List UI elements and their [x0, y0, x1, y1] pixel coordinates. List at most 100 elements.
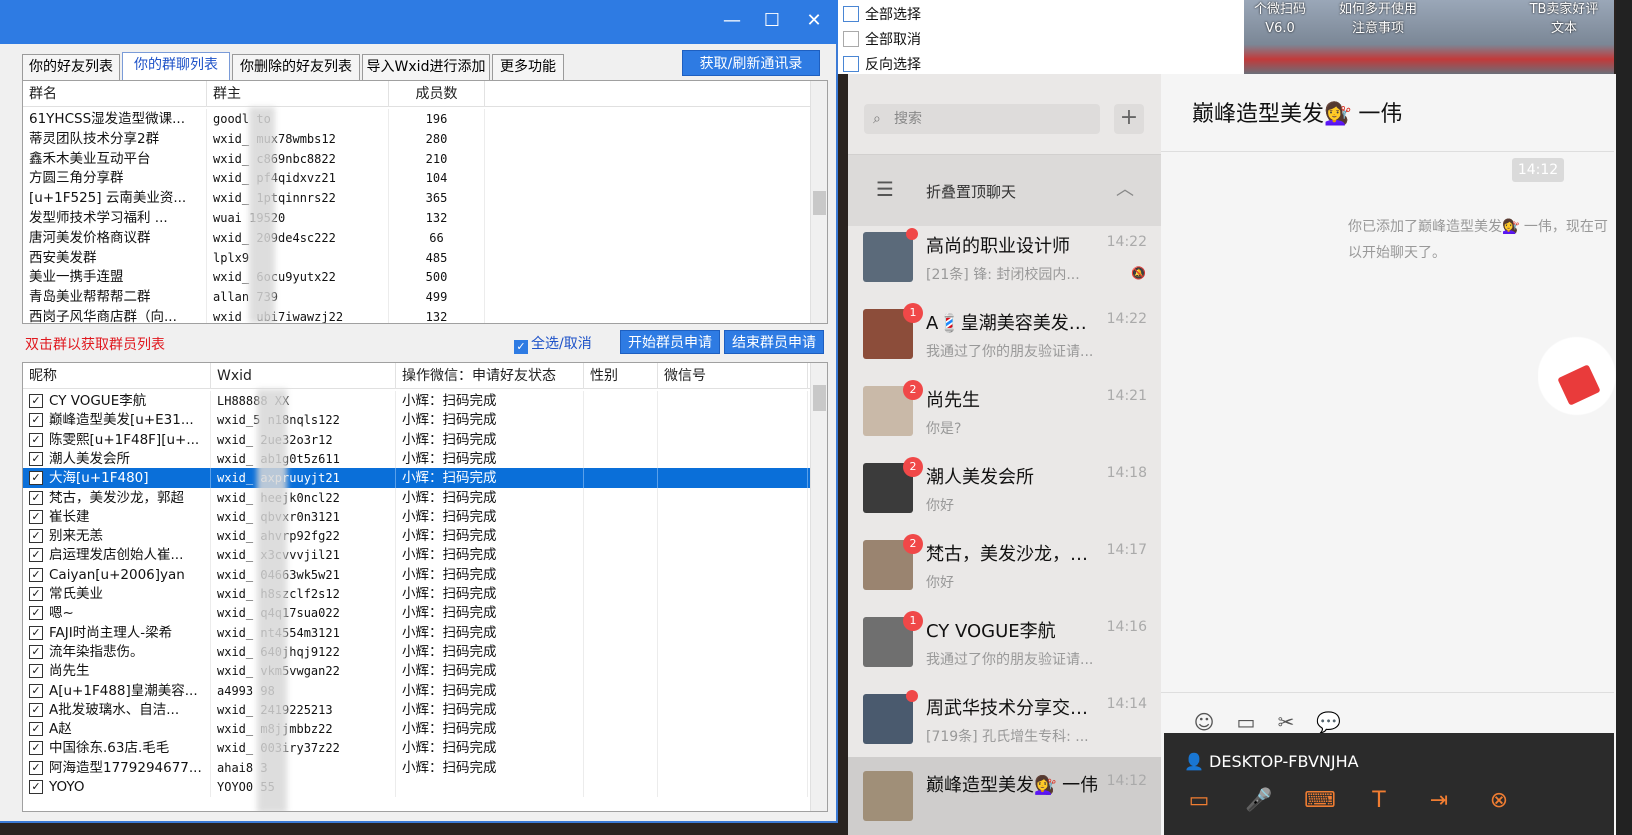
- member-row[interactable]: ✓ 阿海造型1779294677... ahai8 3 小辉：扫码完成: [23, 757, 811, 778]
- tab-import-wxid[interactable]: 导入Wxid进行添加: [362, 54, 490, 80]
- scroll-thumb[interactable]: [813, 385, 826, 411]
- folded-pinned-chats[interactable]: ☰ 折叠置顶聊天 ︿: [848, 154, 1161, 226]
- menu-deselect-all[interactable]: 全部取消: [843, 29, 921, 49]
- row-checkbox[interactable]: ✓: [29, 432, 43, 447]
- refresh-contacts-button[interactable]: 获取/刷新通讯录: [682, 50, 820, 76]
- scissors-icon[interactable]: ✂: [1274, 710, 1298, 734]
- minimize-button[interactable]: —: [712, 6, 752, 36]
- member-row[interactable]: ✓ 启运理发店创始人崔... wxid_ x3cvvvjil21 小辉：扫码完成: [23, 545, 811, 566]
- group-grid-scrollbar[interactable]: [810, 81, 827, 323]
- group-row[interactable]: 西岗子风华商店群（向... wxid_ ubi7iwawzj22 132: [23, 307, 811, 323]
- member-row[interactable]: ✓ YOYO YOYO0 55: [23, 777, 811, 797]
- emoji-icon[interactable]: ☺: [1192, 710, 1216, 734]
- row-checkbox[interactable]: ✓: [29, 625, 43, 640]
- col-group-owner[interactable]: 群主: [207, 81, 389, 107]
- folder-icon[interactable]: ▭: [1234, 710, 1258, 734]
- col-group-name[interactable]: 群名: [23, 81, 207, 107]
- conversation-item[interactable]: 巅峰造型美发💇‍♀️ 一伟 14:12: [848, 757, 1161, 835]
- conversation-item[interactable]: 2 潮人美发会所 14:18 你好: [848, 449, 1161, 529]
- group-row[interactable]: 发型师技术学习福利 ...wuai 19520132: [23, 208, 811, 228]
- row-checkbox[interactable]: ✓: [29, 683, 43, 698]
- col-member-count[interactable]: 成员数: [389, 81, 485, 107]
- conversation-item[interactable]: 2 梵古，美发沙龙，郭... 14:17 你好: [848, 526, 1161, 606]
- member-row[interactable]: ✓ 嗯~ wxid_ q4q17sua022 小辉：扫码完成: [23, 603, 811, 624]
- desktop-icon-review[interactable]: TB卖家好评 文本: [1516, 0, 1612, 38]
- maximize-button[interactable]: ☐: [752, 6, 792, 36]
- member-row[interactable]: ✓ 尚先生 wxid_ vkm5vwgan22 小辉：扫码完成: [23, 661, 811, 682]
- row-checkbox[interactable]: ✓: [29, 760, 43, 775]
- tab-groups[interactable]: 你的群聊列表: [122, 52, 230, 80]
- chevron-up-icon[interactable]: ︿: [1116, 175, 1134, 201]
- member-grid-scrollbar[interactable]: [810, 363, 827, 811]
- group-row[interactable]: 蒂灵团队技术分享2群 wxid_ mux78wmbs12 280: [23, 128, 811, 149]
- conversation-item[interactable]: 1 A💈皇潮美容美发创... 14:22 我通过了你的朋友验证请...: [848, 295, 1161, 375]
- conversation-item[interactable]: 2 尚先生 14:21 你是?: [848, 372, 1161, 452]
- member-row[interactable]: ✓ 别来无恙 wxid_ ahvrp92fg22 小辉：扫码完成: [23, 526, 811, 547]
- member-row[interactable]: ✓ FAJI时尚主理人-梁希 wxid_ nt4554m3121 小辉：扫码完成: [23, 622, 811, 643]
- member-row[interactable]: ✓ 崔长建 wxid_ qbvxr0n3121 小辉：扫码完成: [23, 506, 811, 527]
- message-icon[interactable]: ▭: [1184, 786, 1214, 816]
- col-request-status[interactable]: 操作微信：申请好友状态: [396, 363, 584, 389]
- group-row[interactable]: 鑫禾木美业互动平台 wxid_ c869nbc8822 210: [23, 148, 811, 169]
- row-checkbox[interactable]: ✓: [29, 529, 43, 544]
- group-row[interactable]: [u+1F525] 云南美业资... wxid_ 1ptqinnrs22 365: [23, 188, 811, 209]
- row-checkbox[interactable]: ✓: [29, 722, 43, 737]
- member-row[interactable]: ✓ 陈雯熙[u+1F48F][u+... wxid_ 2ue32o3r12 小辉：扫码…: [23, 429, 811, 450]
- tab-deleted-friends[interactable]: 你删除的好友列表: [232, 54, 360, 80]
- desktop-icon-scan[interactable]: 个微扫码 V6.0: [1244, 0, 1316, 38]
- member-row[interactable]: ✓ Caiyan[u+2006]yan wxid_ 04663wk5w21 小辉：扫码…: [23, 564, 811, 585]
- row-checkbox[interactable]: ✓: [29, 490, 43, 505]
- col-gender[interactable]: 性别: [584, 363, 658, 389]
- member-row[interactable]: ✓ 梵古，美发沙龙，郭超 wxid_ heejk0ncl22 小辉：扫码完成: [23, 487, 811, 508]
- conversation-item[interactable]: 高尚的职业设计师 14:22 [21条] 锋: 封闭校园内... 🔕: [848, 218, 1161, 298]
- desktop-icon-guide[interactable]: 如何多开使用 注意事项: [1326, 0, 1430, 38]
- row-checkbox[interactable]: ✓: [29, 451, 43, 466]
- file-transfer-icon[interactable]: ⇥: [1424, 786, 1454, 816]
- start-member-request-button[interactable]: 开始群员申请: [620, 330, 720, 354]
- member-row[interactable]: ✓ 常氏美业 wxid_ h8szclf2s12 小辉：扫码完成: [23, 584, 811, 604]
- member-list-grid[interactable]: 昵称 Wxid 操作微信：申请好友状态 性别 微信号 ✓ CY VOGUE李航 LH…: [22, 362, 828, 812]
- group-row[interactable]: 61YHCSS湿发造型微课... goodl to 196: [23, 109, 811, 129]
- group-list-grid[interactable]: 群名 群主 成员数 61YHCSS湿发造型微课... goodl to 196 蒂灵团…: [22, 80, 828, 324]
- end-member-request-button[interactable]: 结束群员申请: [724, 330, 824, 354]
- col-nickname[interactable]: 昵称: [23, 363, 211, 389]
- microphone-icon[interactable]: 🎤: [1244, 786, 1274, 816]
- member-row[interactable]: ✓ 大海[u+1F480] wxid_ axpruuyjt21 小辉：扫码完成: [23, 468, 811, 489]
- row-checkbox[interactable]: ✓: [29, 741, 43, 756]
- group-row[interactable]: 美业一携手连盟 wxid_ 6ocu9yutx22 500: [23, 267, 811, 288]
- row-checkbox[interactable]: ✓: [29, 567, 43, 582]
- row-checkbox[interactable]: ✓: [29, 702, 43, 717]
- select-all-checkbox[interactable]: ✓ 全选/取消: [514, 333, 592, 355]
- conversation-item[interactable]: 周武华技术分享交流... 14:14 [719条] 孔氏增生专科: ...: [848, 680, 1161, 760]
- group-row[interactable]: 唐河美发价格商议群 wxid_ 209de4sc222 66: [23, 227, 811, 248]
- menu-invert-selection[interactable]: 反向选择: [843, 54, 921, 74]
- row-checkbox[interactable]: ✓: [29, 471, 43, 486]
- scroll-thumb[interactable]: [813, 191, 826, 215]
- member-row[interactable]: ✓ A批发玻璃水、自洁... wxid_ 2419225213 小辉：扫码完成: [23, 699, 811, 720]
- member-row[interactable]: ✓ 中国徐东.63店.毛毛 wxid_ 003iry37z22 小辉：扫码完成: [23, 738, 811, 759]
- row-checkbox[interactable]: ✓: [29, 413, 43, 428]
- group-row[interactable]: 西安美发群 lplx9 485: [23, 247, 811, 268]
- keyboard-icon[interactable]: ⌨: [1304, 786, 1336, 816]
- row-checkbox[interactable]: ✓: [29, 644, 43, 659]
- row-checkbox[interactable]: ✓: [29, 587, 43, 601]
- row-checkbox[interactable]: ✓: [29, 509, 43, 524]
- menu-select-all[interactable]: 全部选择: [843, 4, 921, 24]
- tab-more[interactable]: 更多功能: [492, 54, 564, 80]
- close-button[interactable]: ✕: [794, 6, 834, 36]
- row-checkbox[interactable]: ✓: [29, 606, 43, 621]
- col-wxid[interactable]: Wxid: [211, 363, 396, 389]
- member-row[interactable]: ✓ A[u+1F488]皇潮美容... a4993 98 小辉：扫码完成: [23, 680, 811, 701]
- col-wechat-id[interactable]: 微信号: [658, 363, 808, 389]
- conversation-item[interactable]: 1 CY VOGUE李航 14:16 我通过了你的朋友验证请...: [848, 603, 1161, 683]
- group-row[interactable]: 青岛美业帮帮帮二群 allan 739 499: [23, 287, 811, 308]
- search-input[interactable]: ⌕ 搜索: [864, 104, 1100, 134]
- chat-bubble-icon[interactable]: 💬: [1316, 710, 1341, 734]
- add-chat-button[interactable]: +: [1114, 104, 1144, 134]
- row-checkbox[interactable]: ✓: [29, 780, 43, 794]
- member-row[interactable]: ✓ 巅峰造型美发[u+E31... wxid_5 n18nqls122 小辉：扫码完成: [23, 410, 811, 431]
- tab-friends[interactable]: 你的好友列表: [22, 54, 120, 80]
- member-row[interactable]: ✓ 潮人美发会所 wxid_ ab1g0t5z611 小辉：扫码完成: [23, 448, 811, 469]
- member-row[interactable]: ✓ A赵 wxid_ m8jjmbbz22 小辉：扫码完成: [23, 719, 811, 740]
- row-checkbox[interactable]: ✓: [29, 664, 43, 679]
